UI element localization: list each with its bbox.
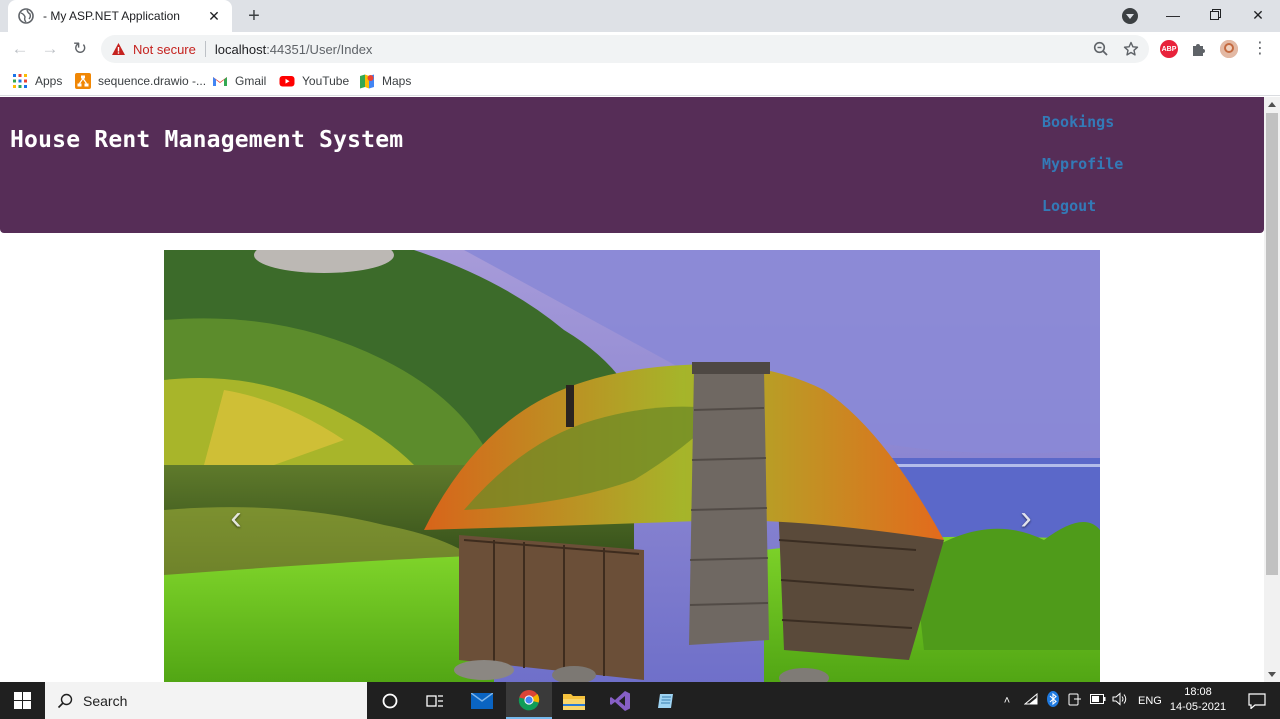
clock-time: 18:08 — [1184, 686, 1212, 698]
file-explorer-icon[interactable] — [551, 682, 597, 719]
tray-overflow-chevron-icon[interactable]: ˄ — [1000, 695, 1014, 707]
taskbar-clock[interactable]: 18:08 14-05-2021 — [1166, 685, 1230, 715]
bookmark-sequence-drawio[interactable]: sequence.drawio -... — [75, 72, 206, 90]
forward-icon[interactable]: → — [39, 38, 61, 60]
mail-app-icon[interactable] — [459, 682, 505, 719]
site-header: House Rent Management System Bookings My… — [0, 97, 1264, 233]
bookmark-label: YouTube — [302, 74, 350, 88]
restore-icon[interactable] — [1200, 4, 1230, 26]
warning-icon — [111, 42, 126, 56]
apps-grid-icon — [12, 73, 28, 89]
search-icon — [57, 693, 73, 708]
youtube-icon — [279, 73, 295, 89]
bookmark-label: Gmail — [235, 74, 267, 88]
tab-close-icon[interactable]: ✕ — [206, 8, 222, 25]
bookmark-label: sequence.drawio -... — [98, 74, 207, 88]
new-tab-button[interactable]: + — [244, 6, 264, 26]
notifications-icon[interactable] — [1234, 682, 1280, 719]
bookmarks-bar: Apps sequence.drawio -... Gmail YouTube … — [0, 66, 1280, 96]
site-title: House Rent Management System — [10, 127, 404, 153]
cortana-icon[interactable] — [367, 682, 413, 719]
reload-icon[interactable]: ↻ — [69, 38, 91, 60]
drawio-icon — [75, 73, 91, 89]
scroll-thumb[interactable] — [1266, 113, 1278, 575]
scroll-up-icon[interactable] — [1268, 102, 1276, 107]
visual-studio-icon[interactable] — [597, 682, 643, 719]
bookmark-gmail[interactable]: Gmail — [212, 72, 266, 90]
system-tray: ˄ ENG — [1000, 682, 1162, 719]
language-indicator[interactable]: ENG — [1138, 695, 1162, 707]
taskbar-search-box[interactable]: Search — [45, 682, 367, 719]
omnibox-separator — [204, 41, 206, 57]
bookmark-apps[interactable]: Apps — [12, 72, 62, 90]
bookmark-youtube[interactable]: YouTube — [279, 72, 349, 90]
nav-myprofile-link[interactable]: Myprofile — [1042, 154, 1123, 196]
page-viewport: House Rent Management System Bookings My… — [0, 97, 1264, 682]
close-window-icon[interactable]: ✕ — [1243, 4, 1273, 26]
bookmark-label: Maps — [382, 74, 412, 88]
browser-menu-icon[interactable]: ⋮ — [1252, 40, 1268, 58]
task-view-icon[interactable] — [412, 682, 458, 719]
image-carousel: ‹ › — [164, 250, 1100, 682]
maps-icon — [359, 73, 375, 89]
battery-icon[interactable] — [1090, 694, 1106, 707]
nav-logout-link[interactable]: Logout — [1042, 196, 1123, 238]
pen-workspace-icon[interactable] — [1068, 692, 1082, 709]
extensions-puzzle-icon[interactable] — [1190, 40, 1208, 58]
gmail-icon — [212, 73, 228, 89]
profile-avatar[interactable] — [1220, 40, 1238, 58]
globe-icon — [18, 8, 34, 24]
carousel-next-icon[interactable]: › — [1014, 498, 1038, 538]
adblock-icon[interactable]: ABP — [1160, 40, 1178, 58]
tab-strip: - My ASP.NET Application ✕ + — ✕ — [0, 0, 1280, 32]
browser-tab[interactable]: - My ASP.NET Application ✕ — [8, 0, 232, 32]
carousel-prev-icon[interactable]: ‹ — [224, 498, 248, 538]
address-bar[interactable]: Not secure localhost:44351/User/Index — [101, 35, 1149, 63]
bookmark-label: Apps — [35, 74, 63, 88]
back-icon[interactable]: ← — [9, 38, 31, 60]
nav-bookings-link[interactable]: Bookings — [1042, 112, 1123, 154]
notepad-app-icon[interactable] — [643, 682, 689, 719]
browser-toolbar: ← → ↻ Not secure localhost:44351/User/In… — [0, 32, 1280, 66]
bluetooth-icon[interactable] — [1046, 691, 1060, 710]
volume-icon[interactable] — [1112, 692, 1128, 709]
not-secure-label[interactable]: Not secure — [133, 42, 196, 57]
bookmark-maps[interactable]: Maps — [359, 72, 411, 90]
page-scrollbar[interactable] — [1264, 97, 1280, 682]
network-icon[interactable] — [1023, 692, 1038, 708]
windows-start-icon[interactable] — [0, 682, 45, 719]
scroll-down-icon[interactable] — [1268, 672, 1276, 677]
minimize-icon[interactable]: — — [1158, 4, 1188, 26]
tab-search-icon[interactable] — [1122, 8, 1138, 24]
search-label: Search — [83, 692, 128, 709]
url-host: localhost — [214, 41, 267, 57]
zoom-icon[interactable] — [1093, 41, 1109, 57]
windows-taskbar: Search ˄ ENG 18:08 14-05-2021 — [0, 682, 1280, 719]
clock-date: 14-05-2021 — [1169, 701, 1227, 713]
tab-title: - My ASP.NET Application — [43, 9, 180, 23]
site-nav: Bookings Myprofile Logout — [1042, 112, 1123, 238]
url-path: :44351/User/Index — [266, 41, 373, 57]
carousel-image-house — [164, 250, 1100, 682]
bookmark-star-icon[interactable] — [1123, 41, 1139, 57]
chrome-app-icon[interactable] — [506, 682, 552, 719]
